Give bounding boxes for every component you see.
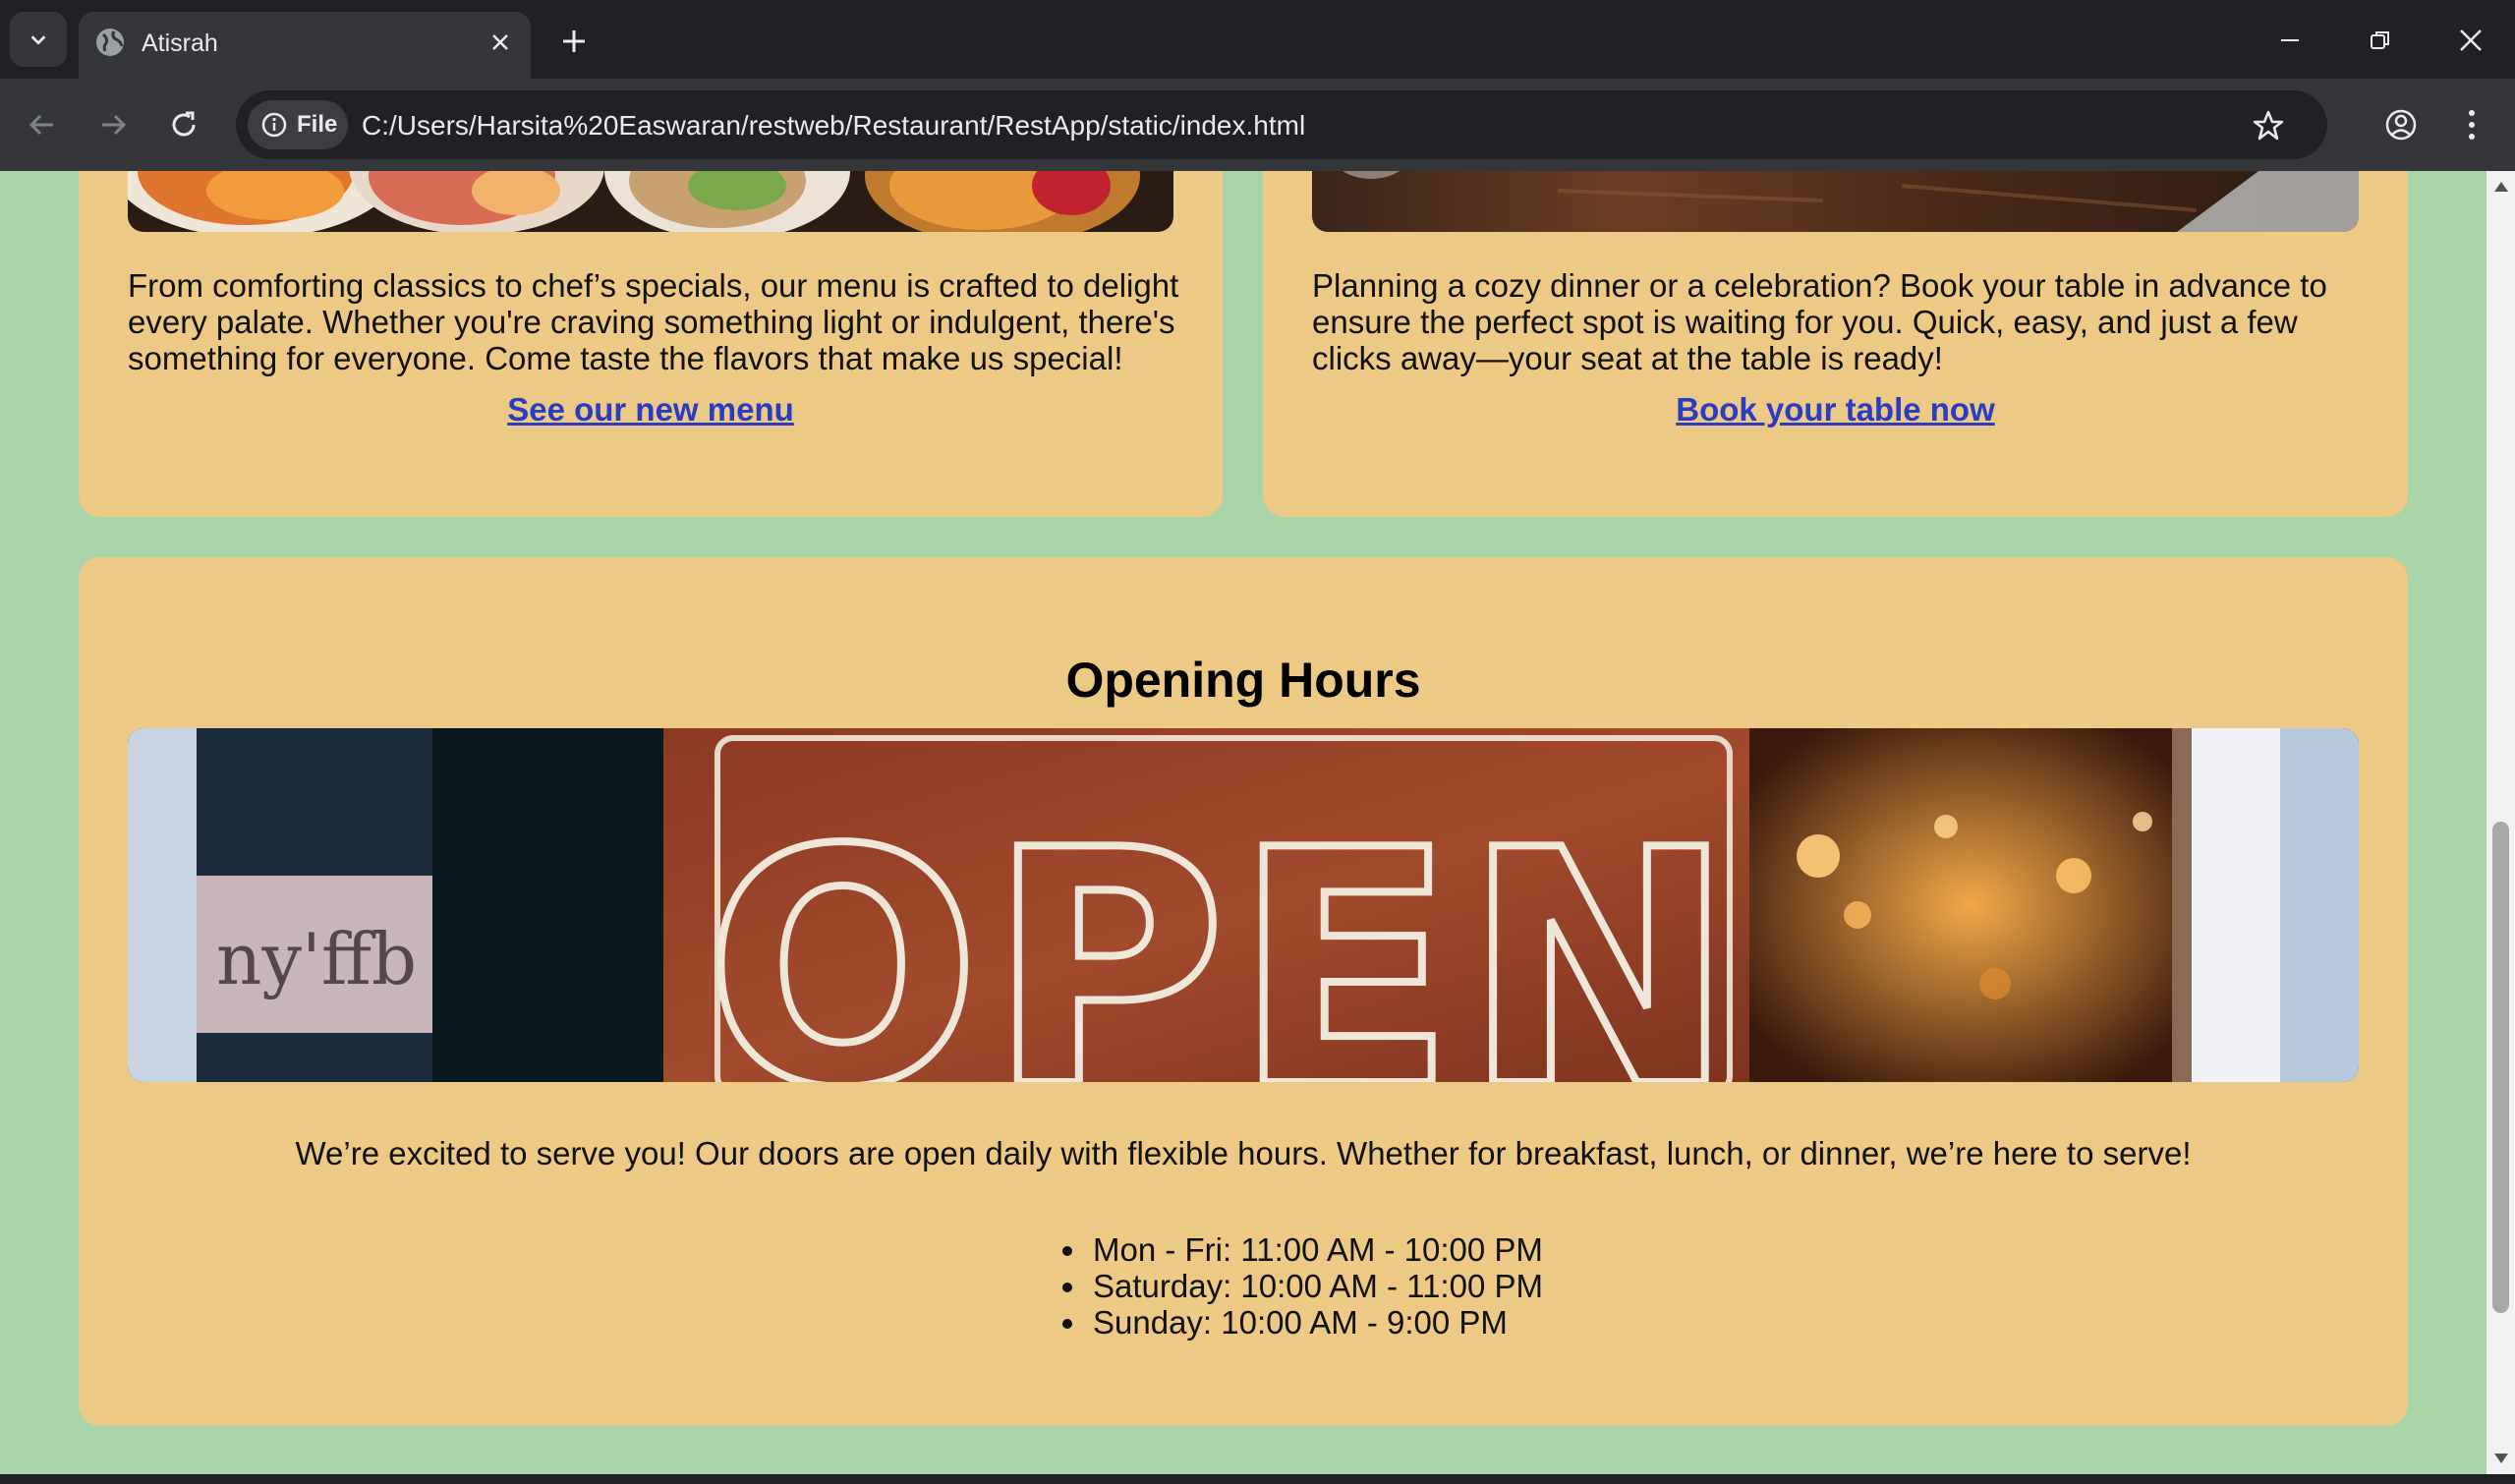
triangle-up-icon	[2493, 182, 2508, 192]
forward-button[interactable]	[88, 100, 138, 149]
star-icon	[2253, 110, 2284, 141]
tab-close-button[interactable]	[486, 28, 515, 57]
profile-button[interactable]	[2376, 100, 2426, 149]
triangle-down-icon	[2493, 1454, 2508, 1463]
arrow-right-icon	[102, 114, 127, 136]
hours-list: Mon - Fri: 11:00 AM - 10:00 PM Saturday:…	[1050, 1231, 1543, 1341]
page-scrollbar[interactable]	[2486, 171, 2515, 1474]
hours-saturday: Saturday: 10:00 AM - 11:00 PM	[1089, 1268, 1543, 1304]
opening-hours-intro: We’re excited to serve you! Our doors ar…	[295, 1135, 2192, 1171]
scrollbar-thumb[interactable]	[2492, 822, 2509, 1313]
booking-description: Planning a cozy dinner or a celebration?…	[1312, 267, 2327, 376]
restore-icon	[2371, 31, 2389, 49]
address-bar[interactable]: File C:/Users/Harsita%20Easwaran/restweb…	[236, 90, 2327, 159]
opening-hours-card: Opening Hours ny'ffb OPEN We’re excited …	[79, 557, 2408, 1426]
open-sign-image: ny'ffb OPEN	[128, 728, 2359, 1082]
menu-description: From comforting classics to chef’s speci…	[128, 267, 1179, 376]
browser-tab-strip: Atisrah	[0, 0, 2515, 79]
active-tab[interactable]: Atisrah	[79, 12, 531, 79]
browser-toolbar: File C:/Users/Harsita%20Easwaran/restweb…	[0, 79, 2515, 171]
site-chip-label: File	[297, 111, 338, 138]
scroll-up-button[interactable]	[2486, 175, 2515, 199]
see-menu-link[interactable]: See our new menu	[79, 391, 1223, 428]
chevron-down-icon	[30, 35, 46, 45]
url-text[interactable]: C:/Users/Harsita%20Easwaran/restweb/Rest…	[362, 110, 1305, 142]
booking-card: Planning a cozy dinner or a celebration?…	[1263, 171, 2408, 517]
bookmark-button[interactable]	[2249, 106, 2288, 145]
book-table-link[interactable]: Book your table now	[1263, 391, 2408, 428]
window-bottom-edge	[0, 1474, 2515, 1484]
site-info-chip[interactable]: File	[248, 100, 348, 149]
minimize-button[interactable]	[2260, 14, 2319, 67]
tab-title: Atisrah	[142, 29, 218, 57]
opening-hours-title: Opening Hours	[1065, 653, 1421, 708]
arrow-left-icon	[29, 114, 53, 136]
close-icon	[2460, 29, 2482, 51]
browser-menu-button[interactable]	[2447, 100, 2496, 149]
tab-search-button[interactable]	[10, 12, 67, 67]
plus-icon	[563, 30, 585, 52]
close-window-button[interactable]	[2441, 14, 2500, 67]
scroll-down-button[interactable]	[2486, 1447, 2515, 1470]
restore-button[interactable]	[2351, 14, 2410, 67]
food-platter-image	[128, 171, 1173, 232]
info-icon	[261, 112, 287, 138]
globe-icon	[96, 29, 124, 56]
reload-button[interactable]	[159, 100, 208, 149]
reload-icon	[172, 111, 196, 137]
hours-weekdays: Mon - Fri: 11:00 AM - 10:00 PM	[1089, 1231, 1543, 1268]
minimize-icon	[2281, 39, 2299, 41]
menu-card: From comforting classics to chef’s speci…	[79, 171, 1223, 517]
open-sign-text: OPEN	[705, 781, 1743, 1082]
back-button[interactable]	[18, 100, 67, 149]
more-vertical-icon	[2469, 110, 2475, 140]
page-viewport: From comforting classics to chef’s speci…	[0, 171, 2486, 1474]
account-icon	[2385, 109, 2417, 141]
close-icon	[492, 34, 508, 50]
new-tab-button[interactable]	[552, 20, 596, 63]
hours-sunday: Sunday: 10:00 AM - 9:00 PM	[1089, 1304, 1543, 1341]
svg-text:ny'ffb: ny'ffb	[216, 918, 417, 1000]
dining-table-image	[1312, 171, 2359, 232]
